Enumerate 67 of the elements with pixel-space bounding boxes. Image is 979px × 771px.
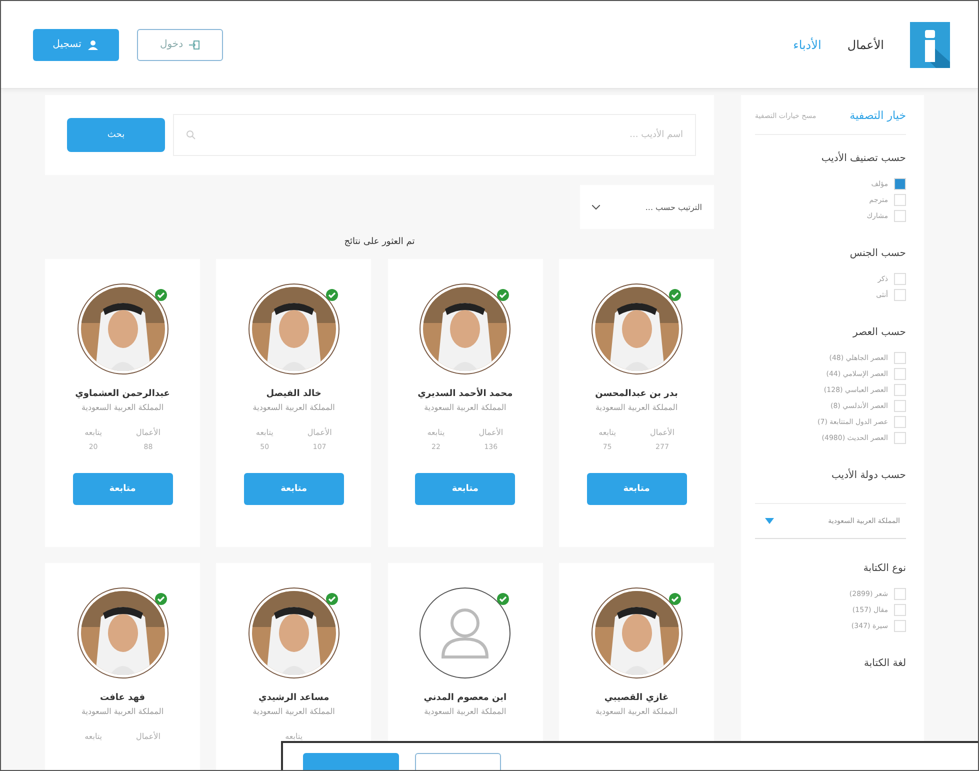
follow-button[interactable]: متابعة	[72, 473, 173, 505]
nav-link[interactable]: الأعمال	[847, 38, 884, 52]
user-icon	[87, 40, 100, 50]
stat-label: يتابعه	[256, 428, 274, 437]
author-country: المملكة العربية السعودية	[595, 403, 678, 412]
filter-title: خيار التصفية	[850, 109, 906, 122]
filter-group-title: حسب الجنس	[848, 248, 906, 259]
filter-group-title: لغة الكتابة	[863, 658, 906, 669]
stat-label: الأعمال	[307, 428, 332, 437]
checkbox[interactable]	[894, 273, 906, 285]
filter-group-title: حسب تصنيف الأديب	[820, 153, 906, 164]
nav-link[interactable]: الأدباء	[793, 38, 822, 52]
search-icon	[186, 130, 196, 140]
checkbox[interactable]	[894, 384, 906, 396]
sort-dropdown[interactable]: الترتيب حسب ...	[580, 185, 714, 229]
author-country: المملكة العربية السعودية	[595, 707, 678, 716]
filter-group-title: حسب دولة الأديب	[830, 470, 906, 481]
chevron-down-icon	[592, 204, 600, 210]
search-field[interactable]: اسم الأديب ...	[173, 114, 696, 156]
checkbox[interactable]	[894, 588, 906, 600]
search-button[interactable]: بحث	[67, 118, 165, 152]
results-count: تم العثور على نتائج	[343, 237, 416, 247]
follow-button[interactable]: متابعة	[415, 473, 516, 505]
author-country: المملكة العربية السعودية	[424, 707, 506, 716]
author-name[interactable]: محمد الأحمد السديري	[418, 389, 513, 399]
stat-label: الأعمال	[136, 732, 160, 741]
author-name[interactable]: فهد عافت	[100, 693, 146, 703]
checkbox[interactable]	[894, 352, 906, 364]
logo-icon	[910, 22, 950, 68]
follow-button[interactable]: متابعة	[586, 473, 686, 505]
register-button[interactable]: تسجيل	[33, 28, 119, 60]
stat-label: يتابعه	[427, 428, 445, 437]
stat-label: الأعمال	[650, 428, 674, 437]
checkbox[interactable]	[894, 620, 906, 632]
checkbox[interactable]	[894, 194, 906, 206]
stat-label: يتابعه	[84, 732, 102, 741]
login-icon	[189, 40, 200, 50]
author-name[interactable]: خالد الفيصل	[266, 389, 322, 399]
author-country: المملكة العربية السعودية	[81, 403, 164, 412]
stat-label: الأعمال	[478, 428, 504, 437]
author-country: المملكة العربية السعودية	[252, 707, 335, 716]
author-name[interactable]: مساعد الرشيدي	[258, 693, 330, 703]
login-button[interactable]: دخول	[137, 28, 223, 60]
author-country: المملكة العربية السعودية	[252, 403, 335, 412]
checkbox[interactable]	[894, 289, 906, 301]
checkbox[interactable]	[894, 368, 906, 380]
checkbox[interactable]	[894, 432, 906, 444]
author-name[interactable]: غازي القصيبي	[604, 693, 669, 703]
author-name[interactable]: بدر بن عبدالمحسن	[595, 389, 678, 399]
user-icon	[419, 587, 512, 679]
checkbox[interactable]	[894, 416, 906, 428]
filter-group-title: نوع الكتابة	[862, 563, 906, 574]
author-country: المملكة العربية السعودية	[81, 707, 164, 716]
author-name[interactable]: عبدالرحمن العشماوي	[75, 389, 170, 399]
checkbox[interactable]	[894, 178, 906, 190]
stat-label: يتابعه	[285, 732, 303, 741]
stat-label: يتابعه	[598, 428, 616, 437]
stat-label: الأعمال	[136, 428, 160, 437]
filter-group-title: حسب العصر	[852, 327, 906, 338]
author-name[interactable]: ابن معصوم المدني	[424, 693, 507, 703]
checkbox[interactable]	[894, 604, 906, 616]
follow-button[interactable]: متابعة	[244, 473, 344, 505]
checkbox[interactable]	[894, 210, 906, 222]
author-country: المملكة العربية السعودية	[424, 403, 506, 412]
checkbox[interactable]	[894, 400, 906, 412]
stat-label: يتابعه	[84, 428, 102, 437]
caret-down-icon	[765, 518, 774, 524]
